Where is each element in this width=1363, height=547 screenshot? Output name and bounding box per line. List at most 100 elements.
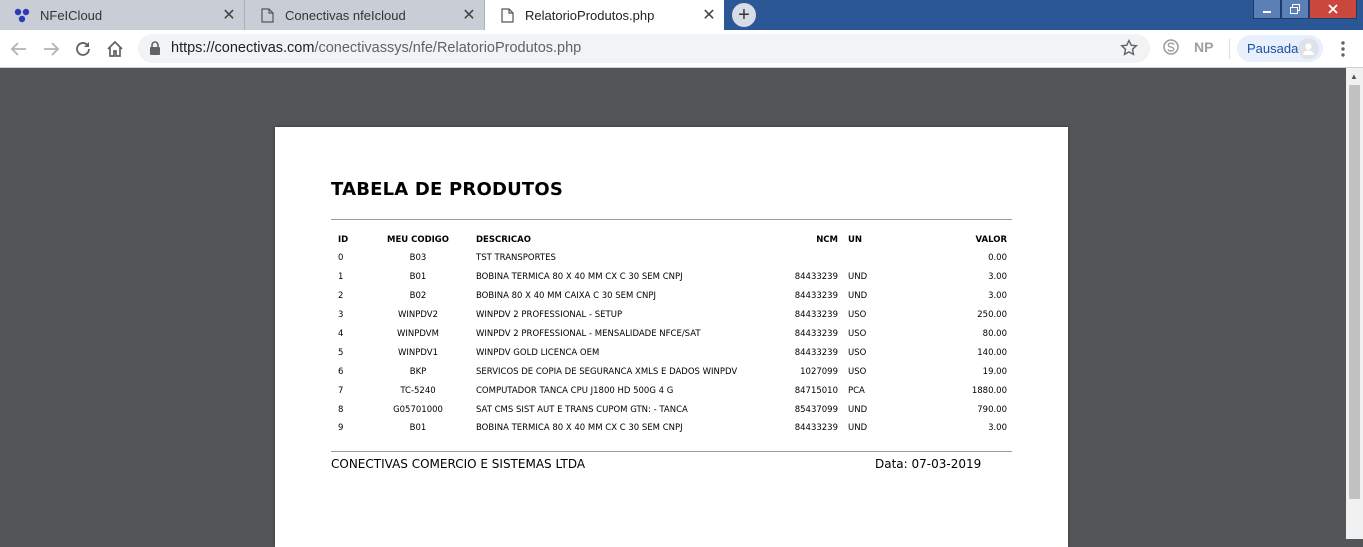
cell-id: 9: [338, 423, 344, 434]
cell-valor: 790.00: [977, 404, 1007, 415]
cell-valor: 250.00: [977, 310, 1007, 321]
cell-codigo: WINPDV2: [397, 310, 438, 321]
cell-id: 6: [338, 366, 344, 377]
bookmark-star-icon[interactable]: [1120, 38, 1138, 62]
cell-codigo: WINPDV1: [397, 347, 438, 358]
table-row: 3 WINPDV2 WINPDV 2 PROFESSIONAL - SETUP 844…: [331, 306, 1012, 325]
browser-toolbar: https://conectivas.com/conectivassys/nfe…: [0, 30, 1363, 68]
cell-descricao: WINPDV 2 PROFESSIONAL - MENSALIDADE NFCE…: [476, 329, 701, 339]
tab-nfeicloud[interactable]: NFeICloud ✕: [0, 0, 244, 30]
cell-valor: 3.00: [988, 272, 1007, 283]
skype-extension-icon[interactable]: [1162, 38, 1180, 59]
cell-ncm: 84433239: [794, 291, 838, 302]
lock-icon: [149, 41, 161, 60]
cell-descricao: SERVICOS DE COPIA DE SEGURANCA XMLS E DA…: [476, 366, 738, 377]
cell-valor: 3.00: [988, 423, 1007, 434]
reload-icon: [76, 42, 90, 56]
minimize-button[interactable]: [1253, 0, 1281, 19]
forward-button[interactable]: [38, 36, 64, 62]
cell-un: USO: [848, 329, 867, 339]
toolbar-separator: [1229, 39, 1230, 59]
header-un: UN: [848, 235, 863, 245]
tab-close-icon[interactable]: ✕: [458, 5, 480, 25]
cell-ncm: 1027099: [800, 366, 838, 377]
cell-valor: 3.00: [988, 291, 1007, 302]
arrow-right-icon: [44, 42, 60, 56]
cell-valor: 1880.00: [971, 385, 1007, 396]
cell-ncm: 84433239: [794, 347, 838, 358]
cell-descricao: BOBINA TERMICA 80 X 40 MM CX C 30 SEM CN…: [476, 423, 683, 434]
cell-id: 2: [338, 291, 344, 302]
table-row: 9 B01 BOBINA TERMICA 80 X 40 MM CX C 30 SE…: [331, 419, 1012, 438]
back-button[interactable]: [6, 36, 32, 62]
cell-id: 7: [338, 385, 344, 396]
report-page: TABELA DE PRODUTOS ID MEU CODIGO DESCRIC…: [275, 127, 1068, 547]
cell-codigo: B03: [409, 253, 427, 264]
cell-valor: 140.00: [977, 347, 1007, 358]
cell-codigo: B02: [409, 291, 427, 302]
arrow-left-icon: [10, 42, 26, 56]
address-bar[interactable]: https://conectivas.com/conectivassys/nfe…: [138, 34, 1150, 63]
close-window-button[interactable]: [1309, 0, 1357, 19]
cell-id: 1: [338, 272, 344, 283]
cell-ncm: 85437099: [794, 404, 838, 415]
cell-descricao: TST TRANSPORTES: [476, 253, 556, 264]
cell-id: 4: [338, 329, 344, 339]
reload-button[interactable]: [70, 36, 96, 62]
menu-button[interactable]: [1330, 36, 1356, 62]
table-header-row: ID MEU CODIGO DESCRICAO NCM UN VALOR: [331, 231, 1012, 249]
profile-label: Pausada: [1247, 41, 1299, 56]
tab-close-icon[interactable]: ✕: [218, 5, 240, 25]
scrollbar[interactable]: ▲: [1346, 68, 1363, 539]
cell-valor: 19.00: [982, 366, 1007, 377]
home-button[interactable]: [102, 36, 128, 62]
tab-strip: NFeICloud ✕ Conectivas nfeIcloud ✕ Relat…: [0, 0, 1363, 30]
cell-ncm: 84715010: [794, 385, 838, 396]
cell-descricao: BOBINA 80 X 40 MM CAIXA C 30 SEM CNPJ: [476, 291, 656, 302]
table-row: 6 BKP SERVICOS DE COPIA DE SEGURANCA XMLS …: [331, 362, 1012, 381]
tab-conectivas[interactable]: Conectivas nfeIcloud ✕: [244, 0, 484, 30]
scroll-up-icon[interactable]: ▲: [1350, 72, 1358, 81]
cell-descricao: SAT CMS SIST AUT E TRANS CUPOM GTN: - TA…: [476, 404, 688, 415]
restore-button[interactable]: [1281, 0, 1309, 19]
np-extension-icon[interactable]: NP: [1194, 39, 1213, 55]
products-table: ID MEU CODIGO DESCRICAO NCM UN VALOR 0 B0…: [331, 231, 1012, 438]
table-row: 7 TC-5240 COMPUTADOR TANCA CPU J1800 HD 50…: [331, 381, 1012, 400]
cell-ncm: 84433239: [794, 272, 838, 283]
cell-id: 3: [338, 310, 344, 321]
scrollbar-thumb[interactable]: [1349, 85, 1360, 499]
url-host: https://conectivas.com: [171, 40, 315, 56]
cell-descricao: WINPDV 2 PROFESSIONAL - SETUP: [476, 310, 623, 321]
cell-codigo: B01: [409, 423, 427, 434]
url-text: https://conectivas.com/conectivassys/nfe…: [171, 40, 581, 56]
kebab-menu-icon: [1341, 41, 1345, 57]
cell-ncm: 84433239: [794, 329, 838, 339]
cell-descricao: BOBINA TERMICA 80 X 40 MM CX C 30 SEM CN…: [476, 272, 683, 283]
cell-ncm: 84433239: [794, 423, 838, 434]
header-ncm: NCM: [816, 235, 838, 245]
profile-button[interactable]: Pausada: [1237, 35, 1323, 62]
header-codigo: MEU CODIGO: [386, 235, 449, 245]
cell-un: UND: [848, 291, 868, 302]
tab-relatorio-produtos[interactable]: RelatorioProdutos.php ✕: [484, 0, 724, 30]
new-tab-button[interactable]: +: [732, 3, 756, 27]
cell-un: USO: [848, 347, 867, 358]
close-icon: [1328, 4, 1338, 14]
tab-title: RelatorioProdutos.php: [525, 7, 655, 23]
cell-un: UND: [848, 404, 868, 415]
cell-codigo: G05701000: [393, 404, 443, 415]
tab-close-icon[interactable]: ✕: [698, 5, 720, 25]
avatar-icon: [1298, 38, 1319, 59]
cell-codigo: BKP: [409, 366, 427, 377]
window-controls: [1253, 0, 1357, 19]
company-name: CONECTIVAS COMERCIO E SISTEMAS LTDA: [331, 457, 586, 471]
cell-ncm: [784, 249, 838, 268]
nfe-logo-icon: [14, 7, 30, 23]
document-icon: [259, 7, 275, 23]
cell-un: USO: [848, 310, 867, 321]
home-icon: [107, 40, 123, 57]
top-divider: [331, 219, 1012, 220]
cell-un: UND: [848, 423, 868, 434]
cell-un: USO: [848, 366, 867, 377]
cell-codigo: WINPDVM: [397, 329, 439, 339]
